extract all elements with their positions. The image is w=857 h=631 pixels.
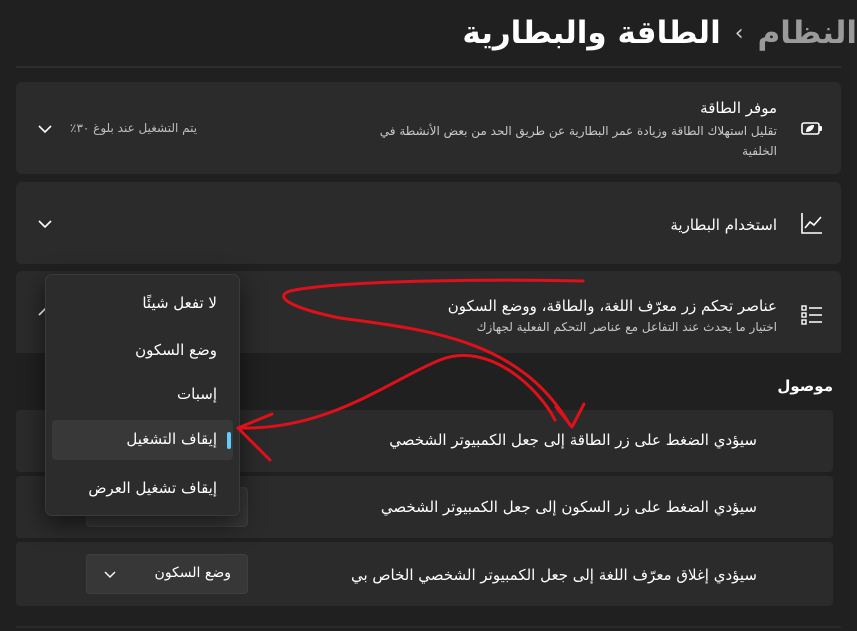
annotation-arrowhead-upper: [554, 402, 586, 429]
annotation-arrows: [236, 278, 586, 462]
annotation-arrow-lower: [238, 353, 557, 430]
annotation-arrowhead-lower: [236, 412, 274, 462]
annotation-arrow-upper: [282, 278, 585, 427]
